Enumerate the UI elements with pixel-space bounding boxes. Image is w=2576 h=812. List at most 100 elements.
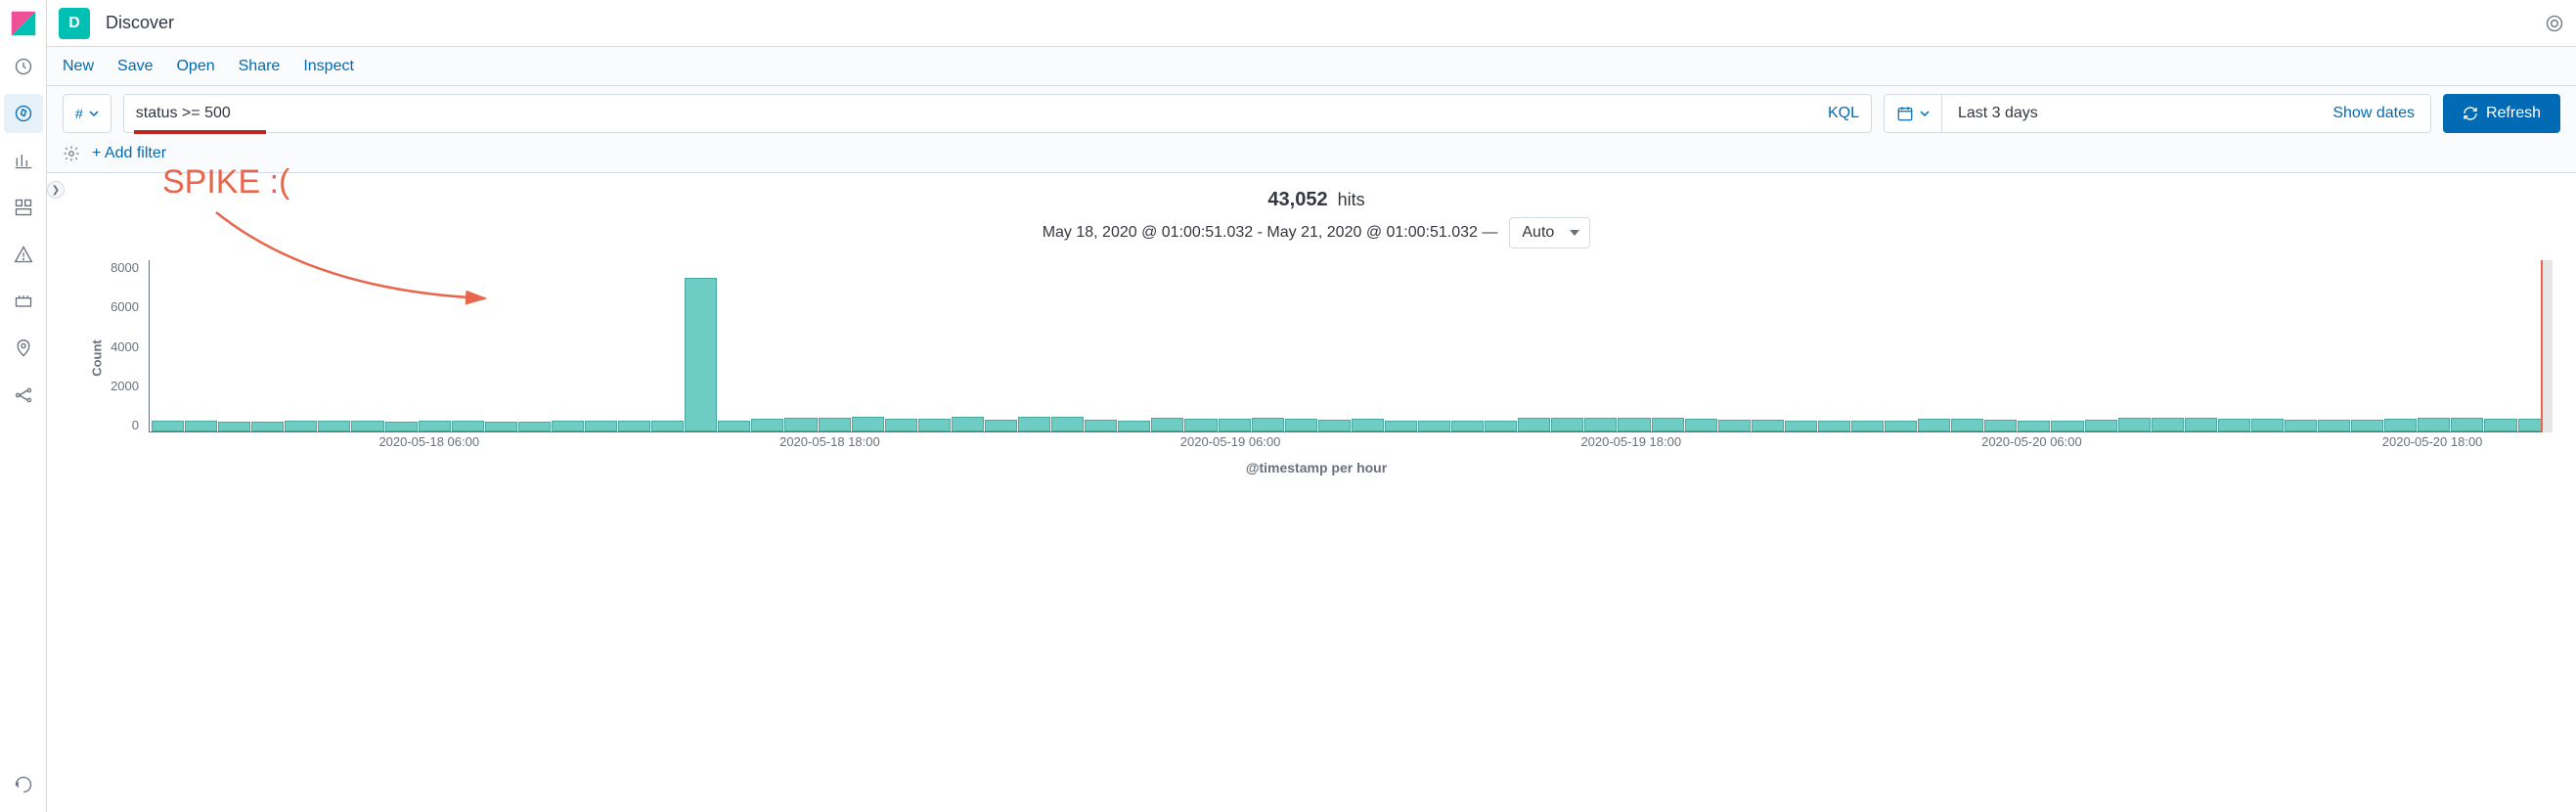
- histogram-bar[interactable]: [1051, 417, 1084, 431]
- histogram-bar[interactable]: [518, 422, 551, 432]
- submenu-new[interactable]: New: [63, 58, 94, 75]
- histogram-bar[interactable]: [1318, 420, 1351, 431]
- histogram-bar[interactable]: [2285, 420, 2317, 431]
- interval-select[interactable]: Auto: [1509, 217, 1590, 248]
- histogram-bar[interactable]: [819, 418, 851, 431]
- histogram-bar[interactable]: [2384, 419, 2417, 431]
- histogram-bar[interactable]: [1184, 419, 1217, 431]
- nav-visualize-icon[interactable]: [4, 141, 43, 180]
- histogram-bar[interactable]: [2451, 418, 2483, 431]
- nav-siem-icon[interactable]: [4, 282, 43, 321]
- add-filter-link[interactable]: + Add filter: [92, 145, 166, 162]
- histogram-bar[interactable]: [419, 421, 451, 431]
- submenu-inspect[interactable]: Inspect: [303, 58, 354, 75]
- histogram-bar[interactable]: [952, 417, 984, 431]
- histogram-bar[interactable]: [1151, 418, 1183, 431]
- histogram-bar[interactable]: [1385, 421, 1417, 431]
- histogram-bar[interactable]: [1352, 419, 1384, 431]
- histogram-bar[interactable]: [1584, 418, 1617, 431]
- histogram-bar[interactable]: [784, 418, 817, 431]
- histogram-bar[interactable]: [1418, 421, 1450, 431]
- gear-icon[interactable]: [63, 145, 80, 162]
- histogram-bar[interactable]: [985, 420, 1017, 431]
- histogram-bar[interactable]: [1618, 418, 1650, 431]
- nav-recent-icon[interactable]: [4, 47, 43, 86]
- histogram-bar[interactable]: [1252, 418, 1284, 431]
- histogram-bar[interactable]: [452, 421, 484, 431]
- histogram-bar[interactable]: [585, 421, 617, 431]
- histogram-bar[interactable]: [1285, 419, 1317, 431]
- histogram-bar[interactable]: [351, 421, 383, 431]
- histogram-bar[interactable]: [751, 419, 783, 431]
- histogram-bar[interactable]: [2251, 419, 2284, 431]
- histogram-bar[interactable]: [1785, 421, 1817, 431]
- kibana-logo[interactable]: [8, 8, 39, 39]
- histogram-bar[interactable]: [251, 422, 284, 432]
- histogram-bar[interactable]: [1818, 421, 1850, 431]
- histogram-bar[interactable]: [285, 421, 317, 431]
- histogram-bar[interactable]: [1652, 418, 1684, 431]
- histogram-bar[interactable]: [2018, 421, 2050, 431]
- space-selector[interactable]: D: [59, 8, 90, 39]
- histogram-bar[interactable]: [2085, 420, 2117, 431]
- histogram-chart[interactable]: Count 80006000400020000 2020-05-18 06:00…: [72, 260, 2560, 456]
- nav-maps-icon[interactable]: [4, 329, 43, 368]
- histogram-bar[interactable]: [1752, 420, 1784, 431]
- histogram-bar[interactable]: [651, 421, 684, 431]
- histogram-bar[interactable]: [1219, 419, 1251, 431]
- histogram-bar[interactable]: [1885, 421, 1917, 431]
- nav-ml-icon[interactable]: [4, 376, 43, 415]
- histogram-bar[interactable]: [2418, 418, 2450, 431]
- histogram-bar[interactable]: [1918, 419, 1950, 431]
- histogram-bar[interactable]: [385, 422, 418, 432]
- submenu-share[interactable]: Share: [239, 58, 281, 75]
- refresh-label: Refresh: [2486, 105, 2541, 122]
- histogram-bar[interactable]: [718, 421, 750, 431]
- histogram-bar[interactable]: [2218, 419, 2250, 431]
- histogram-bar[interactable]: [152, 421, 184, 431]
- histogram-bar[interactable]: [1851, 421, 1884, 431]
- sidebar-collapse-handle[interactable]: ❯: [47, 173, 65, 812]
- histogram-bar[interactable]: [185, 421, 217, 431]
- histogram-bar[interactable]: [2318, 420, 2350, 431]
- histogram-bar[interactable]: [1118, 421, 1150, 431]
- histogram-bar[interactable]: [1518, 418, 1550, 431]
- submenu-save[interactable]: Save: [117, 58, 153, 75]
- nav-collapse-icon[interactable]: [4, 765, 43, 804]
- histogram-bar[interactable]: [2484, 419, 2516, 431]
- histogram-bar[interactable]: [2185, 418, 2217, 431]
- histogram-bar[interactable]: [1685, 419, 1717, 431]
- histogram-bar[interactable]: [1485, 421, 1517, 431]
- histogram-bar[interactable]: [2152, 418, 2184, 431]
- histogram-bar[interactable]: [1085, 420, 1117, 431]
- nav-dashboard-icon[interactable]: [4, 188, 43, 227]
- saved-query-button[interactable]: #: [63, 94, 111, 133]
- histogram-bar[interactable]: [552, 421, 584, 431]
- histogram-bar[interactable]: [852, 417, 884, 431]
- query-language-label[interactable]: KQL: [1828, 105, 1859, 122]
- histogram-bar[interactable]: [2118, 418, 2151, 431]
- show-dates-link[interactable]: Show dates: [2317, 105, 2430, 122]
- histogram-bar[interactable]: [485, 422, 517, 432]
- histogram-bar[interactable]: [318, 421, 350, 431]
- histogram-bar[interactable]: [1951, 419, 1983, 431]
- histogram-bar[interactable]: [1718, 420, 1751, 431]
- nav-alerting-icon[interactable]: [4, 235, 43, 274]
- histogram-bar[interactable]: [918, 419, 951, 431]
- nav-discover-icon[interactable]: [4, 94, 43, 133]
- histogram-bar[interactable]: [685, 278, 717, 432]
- submenu-open[interactable]: Open: [176, 58, 214, 75]
- histogram-bar[interactable]: [1984, 420, 2017, 431]
- refresh-button[interactable]: Refresh: [2443, 94, 2560, 133]
- histogram-bar[interactable]: [1551, 418, 1583, 431]
- help-icon[interactable]: [2545, 14, 2564, 33]
- histogram-bar[interactable]: [2351, 420, 2383, 431]
- histogram-bar[interactable]: [218, 422, 250, 432]
- date-picker[interactable]: Last 3 days Show dates: [1884, 94, 2431, 133]
- histogram-bar[interactable]: [885, 419, 917, 431]
- histogram-bar[interactable]: [1451, 421, 1484, 431]
- histogram-bar[interactable]: [618, 421, 650, 431]
- histogram-bar[interactable]: [1018, 417, 1050, 431]
- histogram-bar[interactable]: [2051, 421, 2083, 431]
- query-input[interactable]: [136, 105, 1828, 122]
